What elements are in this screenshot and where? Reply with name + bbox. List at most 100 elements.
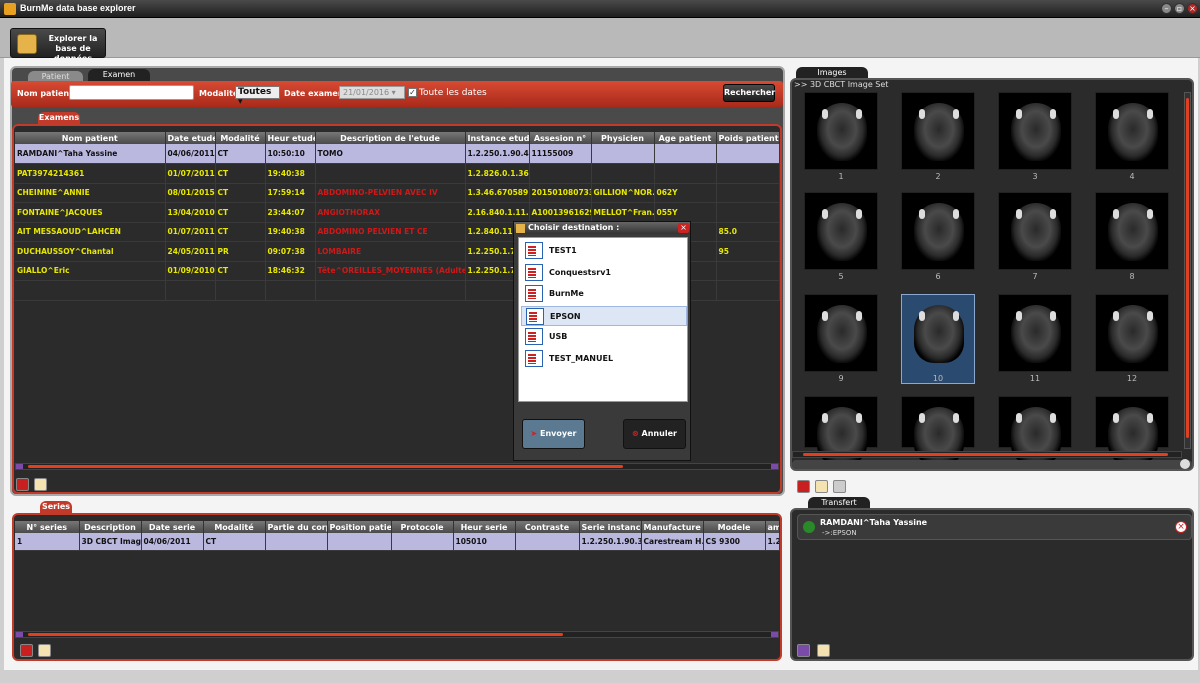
exam-col-header[interactable]: Assesion n° [529, 132, 592, 144]
exam-col-header[interactable]: Date etude [165, 132, 216, 144]
zoom-slider-handle[interactable] [1180, 459, 1190, 469]
image-thumbnail[interactable] [901, 192, 975, 270]
cancel-button[interactable]: ⊗ Annuler [623, 419, 686, 449]
destination-item[interactable]: Conquestsrv1 [521, 263, 687, 283]
series-col-header[interactable]: Heur serie [453, 521, 516, 533]
cancel-transfer-icon[interactable]: × [1175, 521, 1187, 533]
transfer-item[interactable]: RAMDANI^Taha Yassine ->:EPSON × [797, 514, 1192, 540]
image-thumbnail[interactable] [1095, 294, 1169, 372]
clear-transfer-icon[interactable] [817, 644, 830, 657]
exam-row[interactable]: FONTAINE^JACQUES 13/04/2010 CT 23:44:07 ANGI… [15, 202, 780, 223]
image-thumbnail-partial[interactable] [901, 396, 975, 465]
dialog-close-button[interactable]: × [678, 223, 689, 233]
delete-series-icon[interactable] [38, 644, 51, 657]
minimize-button[interactable]: – [1161, 3, 1172, 14]
destination-item[interactable]: USB [521, 327, 687, 347]
destination-item[interactable]: TEST1 [521, 241, 687, 261]
series-col-header[interactable]: Protocole [391, 521, 454, 533]
series-hscroll[interactable] [15, 631, 779, 638]
image-thumbnail[interactable] [804, 192, 878, 270]
storage-icon [525, 349, 543, 367]
exam-col-header[interactable]: Heur etude [265, 132, 316, 144]
destination-label: EPSON [550, 311, 581, 321]
exam-col-header[interactable]: Modalité [215, 132, 266, 144]
destination-item[interactable]: BurnMe [521, 284, 687, 304]
series-col-header[interactable]: Modalité [203, 521, 266, 533]
image-thumbnail[interactable] [998, 294, 1072, 372]
series-col-header[interactable]: ame [765, 521, 780, 533]
app-icon [4, 3, 16, 15]
exam-cell [165, 280, 216, 301]
exam-col-header[interactable]: Instance etude [465, 132, 530, 144]
images-vscroll[interactable] [1184, 92, 1191, 449]
delete-image-icon[interactable] [815, 480, 828, 493]
exam-col-header[interactable]: Poids patient [716, 132, 780, 144]
series-row[interactable]: 13D CBCT Imag...04/06/2011CT 105010 1.2.25… [15, 533, 780, 551]
delete-exam-icon[interactable] [34, 478, 47, 491]
view-image-icon[interactable] [833, 480, 846, 493]
modalite-select[interactable]: Toutes ▾ [235, 86, 280, 107]
nom-patient-input[interactable] [69, 85, 194, 100]
images-hscroll[interactable] [792, 451, 1182, 458]
series-col-header[interactable]: N° series [15, 521, 80, 533]
send-button[interactable]: ➤ Envoyer [522, 419, 585, 449]
destination-label: BurnMe [549, 289, 584, 298]
all-dates-checkbox[interactable]: ✓ [408, 88, 417, 97]
image-thumbnail[interactable] [998, 92, 1072, 170]
explore-database-button[interactable]: Explorer la base de données [10, 28, 106, 63]
exam-row[interactable]: PAT3974214361 01/07/2011 CT 19:40:38 1.2.826… [15, 163, 780, 184]
series-col-header[interactable]: Date serie [141, 521, 204, 533]
image-thumbnail-partial[interactable] [998, 396, 1072, 465]
series-col-header[interactable]: Manufacture [641, 521, 704, 533]
send-series-button[interactable] [20, 644, 33, 657]
image-thumbnail[interactable] [1095, 192, 1169, 270]
exam-cell: 1.2.250.1.90.4... [465, 144, 530, 164]
series-col-header[interactable]: Modele [703, 521, 766, 533]
image-thumbnail[interactable] [804, 294, 878, 372]
search-button[interactable]: Rechercher [723, 84, 775, 102]
examens-hscroll[interactable] [15, 463, 779, 470]
exam-col-header[interactable]: Nom patient [15, 132, 166, 144]
exam-row[interactable]: CHEININE^ANNIE 08/01/2015 CT 17:59:14 ABDOMI… [15, 183, 780, 203]
thumbnail-number: 12 [1126, 374, 1138, 383]
series-scroll-right-arrow[interactable] [771, 632, 778, 637]
date-examen-picker[interactable]: 21/01/2016 ▾ [339, 86, 405, 99]
send-image-button[interactable] [797, 480, 810, 493]
series-col-header[interactable]: Description [79, 521, 142, 533]
destination-item[interactable]: TEST_MANUEL [521, 349, 687, 369]
image-thumbnail-partial[interactable] [1095, 396, 1169, 465]
exam-col-header[interactable]: Age patient [654, 132, 717, 144]
exam-cell: 055Y [654, 202, 717, 223]
exam-cell: CT [215, 144, 266, 164]
image-thumbnail-partial[interactable] [804, 396, 878, 465]
examens-scroll-thumb[interactable] [28, 465, 623, 468]
image-thumbnail[interactable] [804, 92, 878, 170]
zoom-slider[interactable] [792, 459, 1192, 469]
exam-col-header[interactable]: Physicien [591, 132, 655, 144]
send-exam-button[interactable] [16, 478, 29, 491]
series-scroll-left-arrow[interactable] [16, 632, 23, 637]
destination-item[interactable]: EPSON [521, 305, 687, 326]
image-thumbnail[interactable] [901, 294, 975, 384]
transfer-list-icon[interactable] [797, 644, 810, 657]
series-col-header[interactable]: Position patient [327, 521, 392, 533]
image-thumbnail[interactable] [1095, 92, 1169, 170]
close-button[interactable]: × [1187, 3, 1198, 14]
images-vscroll-thumb[interactable] [1186, 98, 1189, 438]
image-thumbnail[interactable] [998, 192, 1072, 270]
series-scroll-thumb[interactable] [28, 633, 563, 636]
images-hscroll-thumb[interactable] [803, 453, 1168, 456]
exam-cell [591, 144, 655, 164]
scroll-right-arrow[interactable] [771, 464, 778, 469]
exam-cell: GIALLO^Eric [15, 261, 166, 281]
series-col-header[interactable]: Contraste [515, 521, 580, 533]
exam-col-header[interactable]: Description de l'etude [315, 132, 466, 144]
exam-cell: PR [215, 241, 266, 262]
series-col-header[interactable]: Partie du corps [265, 521, 328, 533]
maximize-button[interactable]: ▫ [1174, 3, 1185, 14]
series-col-header[interactable]: Serie instance [579, 521, 642, 533]
exam-cell: AIT MESSAOUD^LAHCEN [15, 222, 166, 242]
scroll-left-arrow[interactable] [16, 464, 23, 469]
exam-row[interactable]: RAMDANI^Taha Yassine 04/06/2011 CT 10:50:10… [15, 144, 780, 164]
image-thumbnail[interactable] [901, 92, 975, 170]
